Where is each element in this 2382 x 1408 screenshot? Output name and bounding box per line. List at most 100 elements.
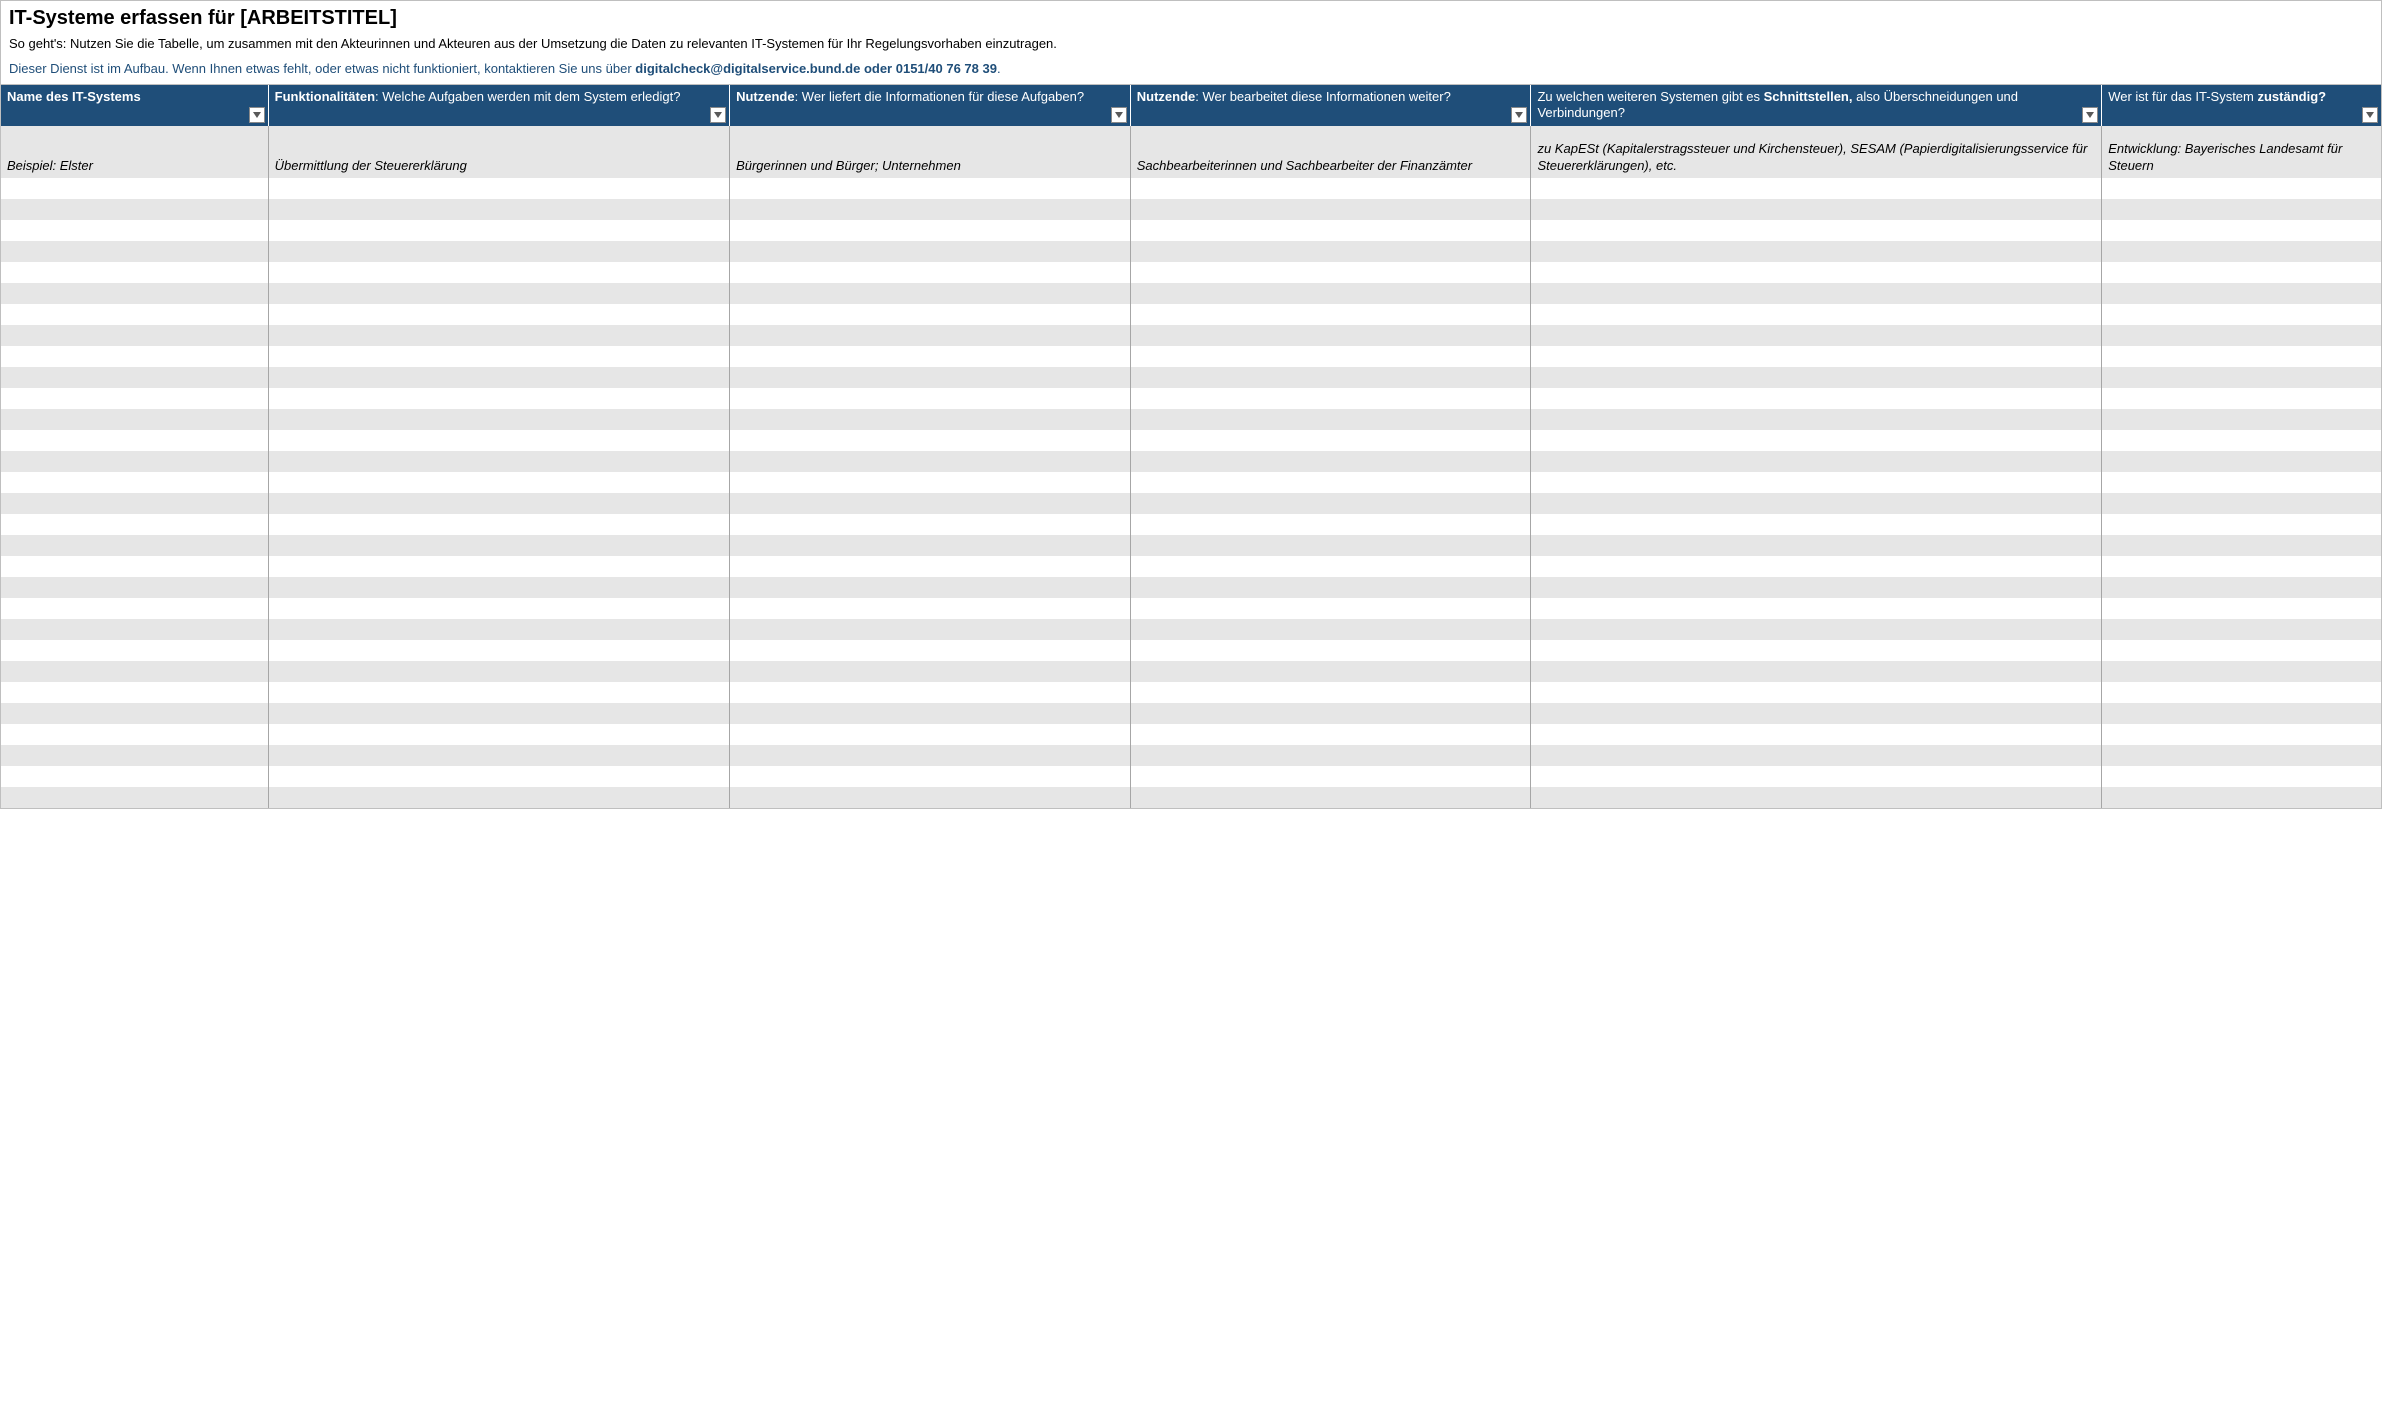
table-cell[interactable] <box>1130 451 1531 472</box>
table-cell[interactable] <box>1 367 268 388</box>
table-cell[interactable] <box>1130 199 1531 220</box>
table-cell[interactable] <box>268 262 729 283</box>
table-cell[interactable] <box>1130 241 1531 262</box>
table-cell[interactable] <box>1531 556 2102 577</box>
table-cell[interactable] <box>1130 472 1531 493</box>
table-cell[interactable] <box>1130 220 1531 241</box>
table-cell[interactable] <box>730 199 1131 220</box>
table-cell[interactable] <box>730 178 1131 199</box>
table-cell[interactable] <box>730 556 1131 577</box>
table-cell[interactable] <box>1531 661 2102 682</box>
table-cell[interactable] <box>1130 409 1531 430</box>
table-cell[interactable] <box>1531 430 2102 451</box>
table-cell[interactable] <box>268 703 729 724</box>
table-cell[interactable] <box>268 724 729 745</box>
table-cell[interactable] <box>1 514 268 535</box>
table-cell[interactable] <box>1531 346 2102 367</box>
table-cell[interactable] <box>2102 472 2381 493</box>
table-cell[interactable] <box>268 304 729 325</box>
table-cell[interactable] <box>268 283 729 304</box>
table-cell[interactable] <box>2102 283 2381 304</box>
table-cell[interactable] <box>730 766 1131 787</box>
table-cell[interactable] <box>730 430 1131 451</box>
table-cell[interactable] <box>730 493 1131 514</box>
table-cell[interactable] <box>268 556 729 577</box>
table-cell[interactable] <box>268 682 729 703</box>
table-cell[interactable] <box>268 787 729 808</box>
table-cell[interactable] <box>2102 262 2381 283</box>
table-cell[interactable] <box>268 430 729 451</box>
table-cell[interactable] <box>2102 535 2381 556</box>
table-cell[interactable] <box>1130 724 1531 745</box>
table-cell[interactable] <box>268 178 729 199</box>
example-cell-name[interactable]: Beispiel: Elster <box>1 126 268 178</box>
table-cell[interactable] <box>1 535 268 556</box>
table-cell[interactable] <box>1531 451 2102 472</box>
example-cell-responsible[interactable]: Entwicklung: Bayerisches Landesamt für S… <box>2102 126 2381 178</box>
table-cell[interactable] <box>730 598 1131 619</box>
table-cell[interactable] <box>1531 325 2102 346</box>
table-cell[interactable] <box>1531 703 2102 724</box>
table-cell[interactable] <box>1531 493 2102 514</box>
table-cell[interactable] <box>268 577 729 598</box>
table-cell[interactable] <box>2102 514 2381 535</box>
table-cell[interactable] <box>1 346 268 367</box>
table-cell[interactable] <box>1130 493 1531 514</box>
table-cell[interactable] <box>1 745 268 766</box>
table-cell[interactable] <box>730 640 1131 661</box>
table-cell[interactable] <box>1130 619 1531 640</box>
table-cell[interactable] <box>730 325 1131 346</box>
table-cell[interactable] <box>1130 766 1531 787</box>
table-cell[interactable] <box>730 535 1131 556</box>
table-cell[interactable] <box>1130 346 1531 367</box>
table-cell[interactable] <box>1130 262 1531 283</box>
table-cell[interactable] <box>1531 535 2102 556</box>
table-cell[interactable] <box>2102 199 2381 220</box>
table-cell[interactable] <box>1531 178 2102 199</box>
table-cell[interactable] <box>2102 220 2381 241</box>
table-cell[interactable] <box>1531 283 2102 304</box>
table-cell[interactable] <box>268 346 729 367</box>
table-cell[interactable] <box>2102 640 2381 661</box>
table-cell[interactable] <box>1 598 268 619</box>
table-cell[interactable] <box>730 346 1131 367</box>
table-cell[interactable] <box>730 787 1131 808</box>
table-cell[interactable] <box>1130 388 1531 409</box>
table-cell[interactable] <box>1531 619 2102 640</box>
table-cell[interactable] <box>1531 745 2102 766</box>
table-cell[interactable] <box>268 535 729 556</box>
table-cell[interactable] <box>1531 766 2102 787</box>
table-cell[interactable] <box>2102 430 2381 451</box>
table-cell[interactable] <box>1130 577 1531 598</box>
table-cell[interactable] <box>1531 304 2102 325</box>
table-cell[interactable] <box>1 409 268 430</box>
table-cell[interactable] <box>730 577 1131 598</box>
table-cell[interactable] <box>730 745 1131 766</box>
table-cell[interactable] <box>1531 598 2102 619</box>
table-cell[interactable] <box>2102 766 2381 787</box>
table-cell[interactable] <box>1 556 268 577</box>
table-cell[interactable] <box>1 703 268 724</box>
table-cell[interactable] <box>1 241 268 262</box>
table-cell[interactable] <box>730 388 1131 409</box>
table-cell[interactable] <box>1130 178 1531 199</box>
table-cell[interactable] <box>1130 283 1531 304</box>
table-cell[interactable] <box>1130 430 1531 451</box>
table-cell[interactable] <box>268 661 729 682</box>
filter-button-users-process[interactable] <box>1511 107 1527 123</box>
table-cell[interactable] <box>1130 304 1531 325</box>
table-cell[interactable] <box>730 724 1131 745</box>
table-cell[interactable] <box>1 682 268 703</box>
table-cell[interactable] <box>1531 724 2102 745</box>
table-cell[interactable] <box>268 598 729 619</box>
filter-button-name[interactable] <box>249 107 265 123</box>
table-cell[interactable] <box>730 241 1131 262</box>
example-cell-users-supply[interactable]: Bürgerinnen und Bürger; Unternehmen <box>730 126 1131 178</box>
table-cell[interactable] <box>1130 367 1531 388</box>
table-cell[interactable] <box>2102 724 2381 745</box>
table-cell[interactable] <box>268 451 729 472</box>
table-cell[interactable] <box>1531 367 2102 388</box>
table-cell[interactable] <box>268 640 729 661</box>
table-cell[interactable] <box>1 325 268 346</box>
table-cell[interactable] <box>268 325 729 346</box>
